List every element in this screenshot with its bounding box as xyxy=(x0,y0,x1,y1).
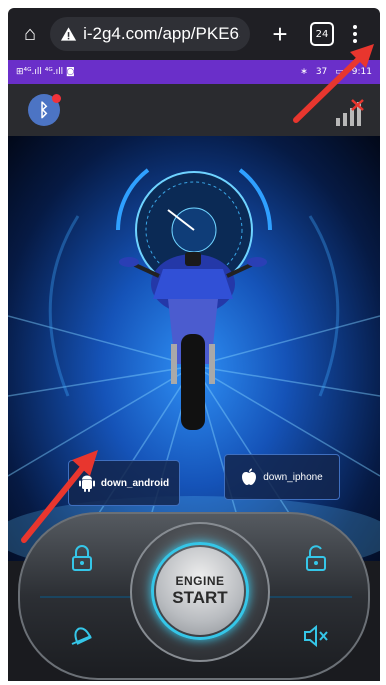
motorcycle-scene: down_android down_iphone xyxy=(8,136,380,561)
lock-icon[interactable] xyxy=(62,538,102,578)
tab-switcher-button[interactable]: 24 xyxy=(310,22,334,46)
download-iphone-label: down_iphone xyxy=(263,471,323,483)
bluetooth-status-icon: ∗ xyxy=(300,67,308,77)
battery-level: 37 xyxy=(315,67,328,77)
download-android-button[interactable]: down_android xyxy=(68,460,180,506)
kebab-menu-icon[interactable] xyxy=(348,20,362,48)
bell-icon[interactable] xyxy=(62,616,102,656)
signal-indicators: ⊞⁴ᴳ.ıll ⁴ᴳ.ıll ◙ xyxy=(16,67,75,77)
battery-icon: ▭ xyxy=(335,67,344,77)
browser-toolbar: ⌂ i-2g4.com/app/PKE65 + 24 xyxy=(8,8,380,60)
engine-label: ENGINE xyxy=(175,574,225,588)
motorcycle-image xyxy=(119,252,267,430)
signal-off-icon xyxy=(336,99,364,126)
status-bar: ⊞⁴ᴳ.ıll ⁴ᴳ.ıll ◙ ∗ 37 ▭ 9:11 xyxy=(8,60,380,84)
phone-screen: ⌂ i-2g4.com/app/PKE65 + 24 ⊞⁴ᴳ.ıll ⁴ᴳ.ıl… xyxy=(0,0,386,685)
app-view: ᛒ down_android down_iphone ENGINE START xyxy=(8,84,380,681)
clock: 9:11 xyxy=(351,67,372,77)
download-android-label: down_android xyxy=(100,477,170,489)
mute-icon[interactable] xyxy=(296,616,336,656)
engine-start-button[interactable]: ENGINE START xyxy=(156,547,244,635)
new-tab-plus-icon[interactable]: + xyxy=(266,20,294,48)
unlock-icon[interactable] xyxy=(296,538,336,578)
app-header: ᛒ xyxy=(8,84,380,136)
warning-icon xyxy=(60,27,77,41)
download-iphone-button[interactable]: down_iphone xyxy=(224,454,340,500)
apple-icon xyxy=(242,468,257,485)
control-panel: ENGINE START xyxy=(18,512,370,680)
android-icon xyxy=(78,475,95,492)
start-label: START xyxy=(172,588,228,607)
address-bar[interactable]: i-2g4.com/app/PKE65 xyxy=(50,17,250,51)
url-text: i-2g4.com/app/PKE65 xyxy=(83,24,240,43)
home-icon[interactable]: ⌂ xyxy=(16,20,44,48)
notification-dot xyxy=(52,94,61,103)
